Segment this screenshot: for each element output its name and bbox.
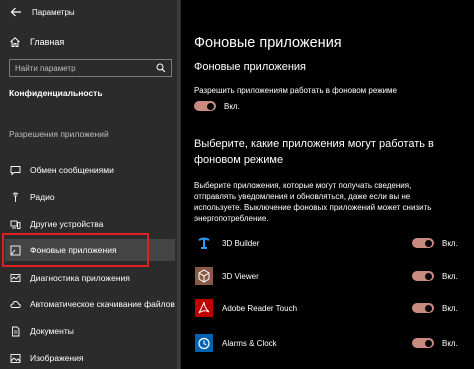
sidebar-item-messaging[interactable]: Обмен сообщениями	[5, 159, 175, 181]
app-row-3d-builder: 3D Builder Вкл.	[194, 233, 464, 253]
radio-icon	[9, 191, 21, 203]
highlight-annotation	[2, 233, 149, 267]
sidebar-item-documents[interactable]: Документы	[5, 320, 175, 342]
app-toggle-3d-viewer[interactable]	[412, 271, 434, 281]
image-icon	[9, 352, 21, 364]
back-arrow-icon[interactable]	[9, 5, 23, 19]
sidebar-item-label: Изображения	[30, 353, 84, 363]
choose-apps-description: Выберите приложения, которые могут получ…	[194, 181, 432, 223]
allow-background-text: Разрешить приложениям работать в фоновом…	[194, 86, 397, 95]
section-title: Конфиденциальность	[9, 88, 103, 98]
page-title: Фоновые приложения	[194, 35, 342, 51]
home-label: Главная	[30, 37, 65, 47]
app-row-3d-viewer: 3D Viewer Вкл.	[194, 266, 464, 286]
app-row-alarms-clock: Alarms & Clock Вкл.	[194, 333, 464, 353]
search-input[interactable]	[15, 63, 145, 73]
app-toggle-label: Вкл.	[442, 303, 458, 313]
app-name: Alarms & Clock	[222, 338, 277, 348]
adobe-reader-icon	[194, 298, 214, 318]
master-toggle-label: Вкл.	[224, 101, 240, 111]
alarm-clock-icon	[194, 333, 214, 353]
sidebar: Параметры Главная Конфиденциальность Раз…	[0, 0, 181, 369]
3d-viewer-icon	[194, 266, 214, 286]
app-toggle-alarms-clock[interactable]	[412, 338, 434, 348]
sidebar-item-label: Документы	[30, 326, 74, 336]
app-name: 3D Viewer	[222, 271, 259, 281]
sidebar-item-devices[interactable]: Другие устройства	[5, 213, 175, 235]
subsection-title: Разрешения приложений	[9, 129, 109, 139]
3d-builder-icon	[194, 233, 214, 253]
sidebar-item-label: Обмен сообщениями	[30, 165, 114, 175]
main-panel: Фоновые приложения Фоновые приложения Ра…	[181, 0, 474, 369]
search-box[interactable]	[9, 59, 172, 77]
sidebar-item-label: Автоматическое скачивание файлов	[30, 299, 175, 309]
master-toggle[interactable]	[194, 101, 216, 111]
app-name: 3D Builder	[222, 238, 260, 248]
sidebar-item-label: Диагностика приложения	[30, 273, 130, 283]
sidebar-item-diagnostics[interactable]: Диагностика приложения	[5, 267, 175, 289]
devices-icon	[9, 218, 21, 230]
sidebar-item-label: Другие устройства	[30, 219, 104, 229]
app-toggle-label: Вкл.	[442, 238, 458, 248]
diagnostics-icon	[9, 272, 21, 284]
cloud-icon	[9, 298, 21, 310]
window-title: Параметры	[32, 7, 75, 17]
app-toggle-label: Вкл.	[442, 271, 458, 281]
sidebar-item-label: Радио	[30, 192, 55, 202]
app-row-adobe-reader: Adobe Reader Touch Вкл.	[194, 298, 464, 318]
search-icon[interactable]	[156, 63, 166, 73]
message-icon	[9, 164, 21, 176]
document-icon	[9, 325, 21, 337]
title-bar: Параметры	[9, 5, 75, 19]
choose-apps-heading: Выберите, какие приложения могут работат…	[194, 138, 434, 166]
app-toggle-adobe-reader[interactable]	[412, 303, 434, 313]
app-toggle-label: Вкл.	[442, 338, 458, 348]
sidebar-scrollbar[interactable]	[177, 0, 180, 369]
home-icon	[10, 37, 20, 47]
subheading: Фоновые приложения	[194, 61, 307, 73]
app-name: Adobe Reader Touch	[222, 303, 298, 313]
home-link[interactable]: Главная	[9, 35, 64, 49]
sidebar-item-auto-download[interactable]: Автоматическое скачивание файлов	[5, 293, 175, 315]
app-toggle-3d-builder[interactable]	[412, 238, 434, 248]
sidebar-item-images[interactable]: Изображения	[5, 347, 175, 369]
master-toggle-row: Вкл.	[194, 101, 240, 111]
sidebar-item-radio[interactable]: Радио	[5, 186, 175, 208]
